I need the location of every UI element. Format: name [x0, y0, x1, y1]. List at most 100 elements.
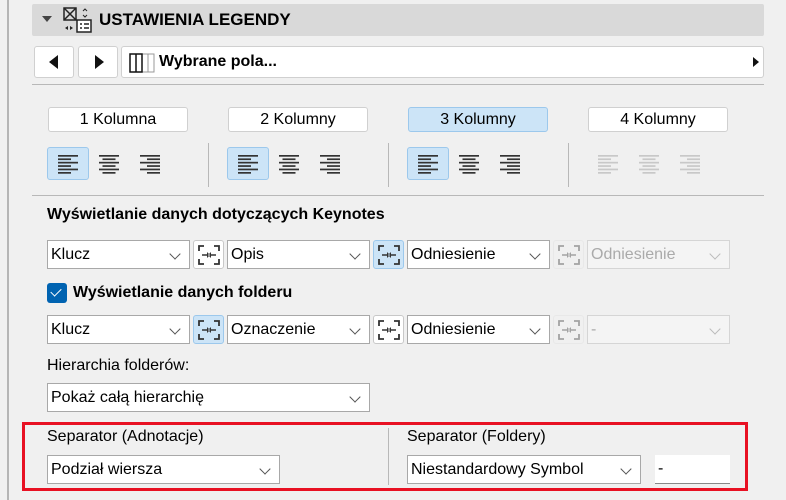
align-center-col4-button[interactable] [628, 147, 670, 180]
collapse-triangle-icon[interactable] [42, 16, 52, 22]
keynotes-field-4-dropdown[interactable]: Odniesienie [587, 240, 730, 269]
link-fields-icon [557, 319, 580, 340]
folder-field-1-dropdown[interactable]: Klucz [47, 315, 190, 344]
folder-field-3-value: Odniesienie [411, 321, 496, 338]
align-center-col2-button[interactable] [268, 147, 310, 180]
divider [32, 84, 764, 85]
separator-annotations-value: Podział wiersza [51, 461, 163, 478]
arrow-right-icon [95, 55, 104, 69]
caret-right-icon [753, 57, 759, 67]
folder-field-2-dropdown[interactable]: Oznaczenie [227, 315, 370, 344]
align-left-col2-button[interactable] [227, 147, 269, 180]
align-left-col1-button[interactable] [47, 147, 89, 180]
folder-checkbox-label: Wyświetlanie danych folderu [73, 284, 293, 301]
legend-settings-icon [63, 7, 92, 33]
hierarchy-label: Hierarchia folderów: [47, 357, 190, 374]
arrow-left-icon [49, 55, 58, 69]
separator-folders-label: Separator (Foldery) [407, 428, 546, 445]
chevron-down-icon [349, 391, 361, 403]
divider [208, 143, 209, 187]
separator-annotations-label: Separator (Adnotacje) [47, 428, 204, 445]
folder-field-4-dropdown[interactable]: - [587, 315, 730, 344]
chevron-down-icon [169, 323, 181, 335]
align-right-col2-button[interactable] [309, 147, 351, 180]
align-center-icon [279, 154, 299, 174]
folder-link-3-button[interactable] [553, 315, 584, 344]
keynotes-link-3-button[interactable] [553, 240, 584, 269]
chevron-down-icon [529, 248, 541, 260]
link-fields-icon [197, 319, 220, 340]
divider [388, 428, 389, 485]
custom-symbol-input[interactable]: - [655, 455, 730, 484]
keynotes-field-3-value: Odniesienie [411, 246, 496, 263]
divider [388, 143, 389, 187]
divider [32, 195, 764, 196]
keynotes-field-2-dropdown[interactable]: Opis [227, 240, 370, 269]
separator-folders-dropdown[interactable]: Niestandardowy Symbol [407, 455, 641, 484]
link-fields-icon [377, 244, 400, 265]
column-4-button[interactable]: 4 Kolumny [588, 107, 728, 132]
align-right-col1-button[interactable] [129, 147, 171, 180]
section-title: USTAWIENIA LEGENDY [99, 10, 291, 29]
align-center-icon [639, 154, 659, 174]
field-selector[interactable]: Wybrane pola... [121, 46, 764, 78]
chevron-down-icon [169, 248, 181, 260]
chevron-down-icon [709, 323, 721, 335]
keynotes-field-1-dropdown[interactable]: Klucz [47, 240, 190, 269]
keynotes-link-1-button[interactable] [193, 240, 224, 269]
align-center-col1-button[interactable] [88, 147, 130, 180]
column-1-button[interactable]: 1 Kolumna [48, 107, 188, 132]
align-left-icon [418, 154, 438, 174]
folder-field-4-value: - [591, 321, 597, 338]
align-left-icon [238, 154, 258, 174]
column-3-button[interactable]: 3 Kolumny [408, 107, 548, 132]
align-left-icon [598, 154, 618, 174]
section-header[interactable]: USTAWIENIA LEGENDY [32, 4, 764, 36]
chevron-down-icon [529, 323, 541, 335]
divider [568, 143, 569, 187]
separator-annotations-dropdown[interactable]: Podział wiersza [47, 455, 280, 484]
folder-checkbox[interactable] [47, 283, 67, 303]
folder-field-3-dropdown[interactable]: Odniesienie [407, 315, 550, 344]
align-right-icon [140, 154, 160, 174]
link-fields-icon [197, 244, 220, 265]
align-right-icon [320, 154, 340, 174]
link-fields-icon [557, 244, 580, 265]
chevron-down-icon [349, 323, 361, 335]
link-fields-icon [377, 319, 400, 340]
align-right-icon [500, 154, 520, 174]
align-center-icon [99, 154, 119, 174]
keynotes-field-4-value: Odniesienie [591, 246, 676, 263]
field-selector-label: Wybrane pola... [159, 53, 277, 70]
keynotes-field-1-value: Klucz [51, 246, 91, 263]
align-left-col4-button[interactable] [587, 147, 629, 180]
align-center-icon [459, 154, 479, 174]
chevron-down-icon [709, 248, 721, 260]
keynotes-field-2-value: Opis [231, 246, 264, 263]
chevron-down-icon [259, 463, 271, 475]
align-center-col3-button[interactable] [448, 147, 490, 180]
folder-link-1-button[interactable] [193, 315, 224, 344]
chevron-down-icon [349, 248, 361, 260]
keynotes-link-2-button[interactable] [373, 240, 404, 269]
column-2-button[interactable]: 2 Kolumny [228, 107, 368, 132]
folder-field-1-value: Klucz [51, 321, 91, 338]
align-left-col3-button[interactable] [407, 147, 449, 180]
next-button[interactable] [78, 46, 118, 78]
panel-edge [0, 0, 9, 500]
prev-button[interactable] [34, 46, 74, 78]
folder-field-2-value: Oznaczenie [231, 321, 316, 338]
check-icon [50, 285, 62, 297]
align-right-icon [680, 154, 700, 174]
keynotes-heading: Wyświetlanie danych dotyczących Keynotes [47, 206, 385, 223]
align-right-col4-button[interactable] [669, 147, 711, 180]
align-right-col3-button[interactable] [489, 147, 531, 180]
align-left-icon [58, 154, 78, 174]
hierarchy-dropdown[interactable]: Pokaż całą hierarchię [47, 383, 370, 412]
separator-folders-value: Niestandardowy Symbol [411, 461, 584, 478]
keynotes-field-3-dropdown[interactable]: Odniesienie [407, 240, 550, 269]
hierarchy-value: Pokaż całą hierarchię [51, 389, 204, 406]
chevron-down-icon [620, 463, 632, 475]
columns-icon [129, 53, 155, 73]
folder-link-2-button[interactable] [373, 315, 404, 344]
